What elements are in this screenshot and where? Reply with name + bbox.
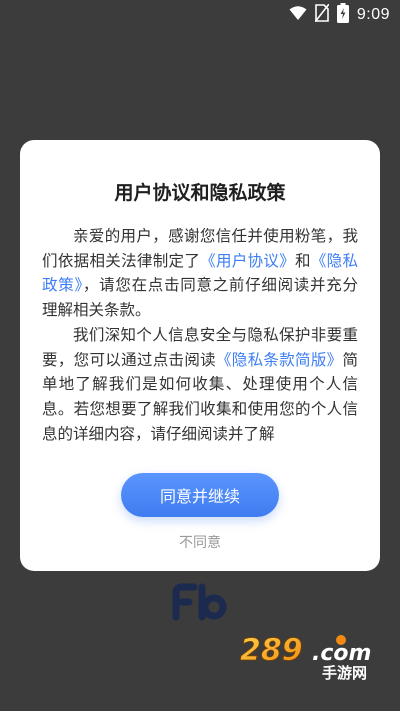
disagree-button[interactable]: 不同意 — [150, 532, 250, 556]
paragraph-1-text-c: ，请您在点击同意之前仔细阅读并充分理解相关条款。 — [42, 276, 358, 320]
dialog-paragraph-2: 我们深知个人信息安全与隐私保护非要重要，您可以通过点击阅读《隐私条款简版》简单地… — [42, 323, 358, 444]
status-time: 9:09 — [356, 6, 390, 23]
privacy-dialog: 用户协议和隐私政策 亲爱的用户，感谢您信任并使用粉笔，我们依据相关法律制定了《用… — [20, 140, 380, 571]
dialog-body: 亲爱的用户，感谢您信任并使用粉笔，我们依据相关法律制定了《用户协议》和《隐私政策… — [42, 224, 358, 444]
battery-charging-icon — [336, 3, 349, 27]
no-sim-icon — [314, 3, 330, 26]
fenbi-logo-icon — [172, 583, 228, 621]
svg-text:289: 289 — [240, 633, 303, 668]
wifi-icon — [289, 5, 307, 25]
privacy-summary-link[interactable]: 《隐私条款简版》 — [216, 351, 343, 369]
watermark-logo: 289 .com 手游网 — [238, 630, 388, 682]
svg-text:手游网: 手游网 — [322, 664, 367, 682]
status-icons: 9:09 — [289, 3, 390, 27]
agree-continue-button[interactable]: 同意并继续 — [121, 473, 279, 517]
svg-text:.com: .com — [312, 641, 371, 666]
dialog-paragraph-1: 亲爱的用户，感谢您信任并使用粉笔，我们依据相关法律制定了《用户协议》和《隐私政策… — [42, 224, 358, 323]
dialog-title: 用户协议和隐私政策 — [114, 182, 286, 204]
paragraph-1-text-b: 和 — [295, 251, 311, 270]
user-agreement-link[interactable]: 《用户协议》 — [200, 252, 295, 270]
status-bar: 9:09 — [0, 0, 400, 30]
